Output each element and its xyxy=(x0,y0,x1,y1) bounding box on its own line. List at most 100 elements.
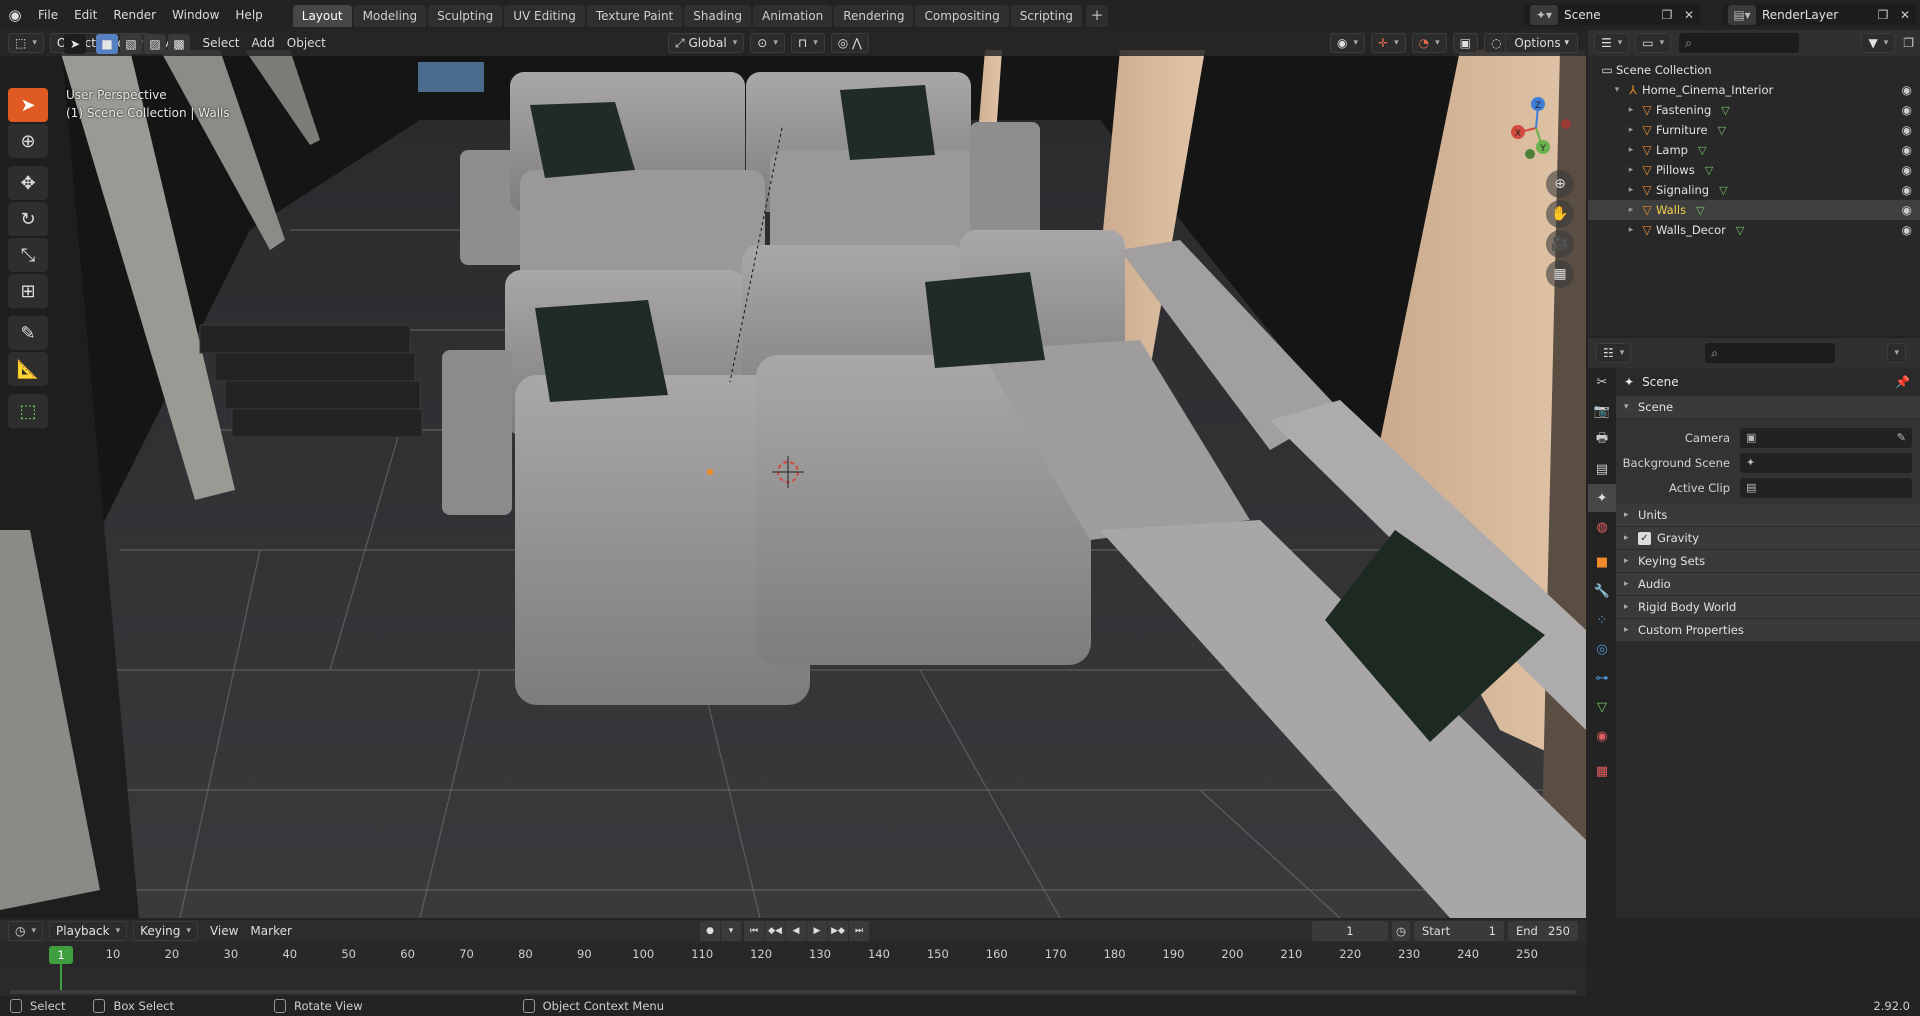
options-dropdown[interactable]: Options ▾ xyxy=(1505,33,1578,53)
prev-keyframe-icon[interactable]: ◆◀ xyxy=(765,921,785,941)
tool-tab-icon[interactable]: ✂ xyxy=(1588,368,1616,396)
properties-editor-type-dropdown[interactable]: ☷ ▾ xyxy=(1596,343,1632,363)
delete-layer-icon[interactable]: ✕ xyxy=(1894,5,1916,25)
particles-tab-icon[interactable]: ⁘ xyxy=(1588,606,1616,634)
select-extend-icon[interactable]: ▧ xyxy=(120,34,142,54)
keying-dropdown[interactable]: Keying ▾ xyxy=(133,921,198,941)
preview-range-icon[interactable]: ◷ xyxy=(1391,921,1410,941)
delete-scene-icon[interactable]: ✕ xyxy=(1678,5,1700,25)
material-tab-icon[interactable]: ◉ xyxy=(1588,722,1616,750)
scene-selector[interactable]: ✦▾ Scene ❐ ✕ xyxy=(1524,4,1700,26)
eye-icon[interactable]: ◉ xyxy=(1902,223,1912,237)
rotate-tool-icon[interactable]: ↻ xyxy=(8,202,48,236)
menu-edit[interactable]: Edit xyxy=(66,4,105,26)
scene-collection-row[interactable]: ▭ Scene Collection xyxy=(1588,60,1920,80)
gravity-checkbox[interactable]: ✓ xyxy=(1638,531,1651,545)
pin-icon[interactable]: 📌 xyxy=(1895,375,1910,389)
tab-modeling[interactable]: Modeling xyxy=(353,5,427,27)
render-layer-selector[interactable]: ▤▾ RenderLayer ❐ ✕ xyxy=(1722,4,1916,26)
eye-icon[interactable]: ◉ xyxy=(1902,143,1912,157)
outliner-item-lamp[interactable]: ▸ ▽ Lamp ▽ ◉ xyxy=(1588,140,1920,160)
visibility-dropdown[interactable]: ◉ ▾ xyxy=(1330,33,1366,53)
collection-row[interactable]: ▾ ⅄ Home_Cinema_Interior ◉ xyxy=(1588,80,1920,100)
scene-panel-header[interactable]: ▾ Scene xyxy=(1616,396,1920,418)
play-icon[interactable]: ▶ xyxy=(807,921,827,941)
tab-scripting[interactable]: Scripting xyxy=(1010,5,1083,27)
scene-tab-icon[interactable]: ✦ xyxy=(1588,484,1616,512)
tab-uv-editing[interactable]: UV Editing xyxy=(504,5,585,27)
texture-tab-icon[interactable]: ▦ xyxy=(1588,757,1616,785)
duplicate-scene-icon[interactable]: ❐ xyxy=(1656,5,1678,25)
measure-tool-icon[interactable]: 📐 xyxy=(8,352,48,386)
move-tool-icon[interactable]: ✥ xyxy=(8,166,48,200)
editor-type-dropdown[interactable]: ⬚ ▾ xyxy=(8,33,44,53)
end-frame-field[interactable]: End 250 xyxy=(1508,921,1578,941)
timeline-menu-marker[interactable]: Marker xyxy=(244,924,297,938)
pan-hand-icon[interactable]: ✋ xyxy=(1546,200,1574,228)
new-collection-icon[interactable]: ❐ xyxy=(1903,36,1914,50)
timeline-editor-type-dropdown[interactable]: ◷ ▾ xyxy=(8,921,44,941)
expand-arrow-icon[interactable]: ▸ xyxy=(1624,205,1638,215)
eyedropper-icon[interactable]: ✎ xyxy=(1897,431,1906,444)
tab-shading[interactable]: Shading xyxy=(684,5,751,27)
output-tab-icon[interactable]: 🖶 xyxy=(1588,426,1616,454)
select-tool-icon[interactable]: ➤ xyxy=(64,34,86,54)
outliner-item-pillows[interactable]: ▸ ▽ Pillows ▽ ◉ xyxy=(1588,160,1920,180)
timeline-ruler[interactable]: 1102030405060708090100110120130140150160… xyxy=(0,944,1586,966)
viewport-menu-add[interactable]: Add xyxy=(246,36,281,50)
custom-properties-panel-header[interactable]: ▸ Custom Properties xyxy=(1616,619,1920,641)
3d-viewport[interactable]: ⬚▾ Object Mode▾ View Select Add Object ⤢… xyxy=(0,30,1586,918)
world-tab-icon[interactable]: ◍ xyxy=(1588,513,1616,541)
outliner-editor-type-dropdown[interactable]: ☰ ▾ xyxy=(1594,33,1630,53)
snap-dropdown[interactable]: ⊓ ▾ xyxy=(790,33,825,53)
expand-arrow-icon[interactable]: ▸ xyxy=(1624,105,1638,115)
outliner-item-walls-decor[interactable]: ▸ ▽ Walls_Decor ▽ ◉ xyxy=(1588,220,1920,240)
cursor-tool-icon[interactable]: ⊕ xyxy=(8,124,48,158)
annotate-tool-icon[interactable]: ✎ xyxy=(8,316,48,350)
outliner-item-signaling[interactable]: ▸ ▽ Signaling ▽ ◉ xyxy=(1588,180,1920,200)
expand-arrow-icon[interactable]: ▸ xyxy=(1624,185,1638,195)
outliner-search-input[interactable]: ⌕ xyxy=(1679,33,1800,53)
play-reverse-icon[interactable]: ◀ xyxy=(786,921,806,941)
active-clip-field[interactable]: ▤ xyxy=(1740,477,1912,498)
navigation-gizmo[interactable]: X Y Z xyxy=(1496,84,1576,164)
select-subtract-icon[interactable]: ▨ xyxy=(144,34,166,54)
eye-icon[interactable]: ◉ xyxy=(1902,103,1912,117)
duplicate-layer-icon[interactable]: ❐ xyxy=(1872,5,1894,25)
camera-view-icon[interactable]: 🎥 xyxy=(1546,230,1574,258)
outliner-item-furniture[interactable]: ▸ ▽ Furniture ▽ ◉ xyxy=(1588,120,1920,140)
timeline-scrollbar[interactable] xyxy=(10,990,1576,994)
eye-icon[interactable]: ◉ xyxy=(1902,163,1912,177)
jump-end-icon[interactable]: ⏭ xyxy=(849,921,869,941)
eye-icon[interactable]: ◉ xyxy=(1902,123,1912,137)
start-frame-field[interactable]: Start 1 xyxy=(1414,921,1504,941)
properties-options-dropdown[interactable]: ▾ xyxy=(1887,343,1906,363)
add-cube-tool-icon[interactable]: ⬚ xyxy=(8,394,48,428)
overlay-toggle[interactable]: ◔ ▾ xyxy=(1411,33,1447,53)
physics-tab-icon[interactable]: ◎ xyxy=(1588,635,1616,663)
tab-texture-paint[interactable]: Texture Paint xyxy=(586,5,683,27)
transform-tool-icon[interactable]: ⊞ xyxy=(8,274,48,308)
eye-icon[interactable]: ◉ xyxy=(1902,83,1912,97)
select-new-icon[interactable]: ■ xyxy=(96,34,118,54)
display-mode-dropdown[interactable]: ▭ ▾ xyxy=(1635,33,1672,53)
tab-rendering[interactable]: Rendering xyxy=(834,5,914,27)
current-frame-indicator[interactable]: 1 xyxy=(49,946,73,964)
viewport-menu-select[interactable]: Select xyxy=(196,36,245,50)
expand-arrow-icon[interactable]: ▸ xyxy=(1624,145,1638,155)
rigid-body-world-panel-header[interactable]: ▸ Rigid Body World xyxy=(1616,596,1920,618)
eye-icon[interactable]: ◉ xyxy=(1902,203,1912,217)
expand-arrow-icon[interactable]: ▸ xyxy=(1624,225,1638,235)
background-scene-field[interactable]: ✦ xyxy=(1740,452,1912,473)
filter-dropdown[interactable]: ▼ ▾ xyxy=(1861,33,1896,53)
tab-animation[interactable]: Animation xyxy=(753,5,833,27)
constraints-tab-icon[interactable]: ⊶ xyxy=(1588,664,1616,692)
next-keyframe-icon[interactable]: ▶◆ xyxy=(828,921,848,941)
select-intersect-icon[interactable]: ▩ xyxy=(168,34,190,54)
ortho-grid-icon[interactable]: ▦ xyxy=(1546,260,1574,288)
render-tab-icon[interactable]: 📷 xyxy=(1588,397,1616,425)
expand-arrow-icon[interactable]: ▸ xyxy=(1624,125,1638,135)
record-icon[interactable]: ● xyxy=(700,921,720,941)
blender-logo-icon[interactable]: ◉ xyxy=(0,0,30,30)
gravity-panel-header[interactable]: ▸ ✓ Gravity xyxy=(1616,527,1920,549)
